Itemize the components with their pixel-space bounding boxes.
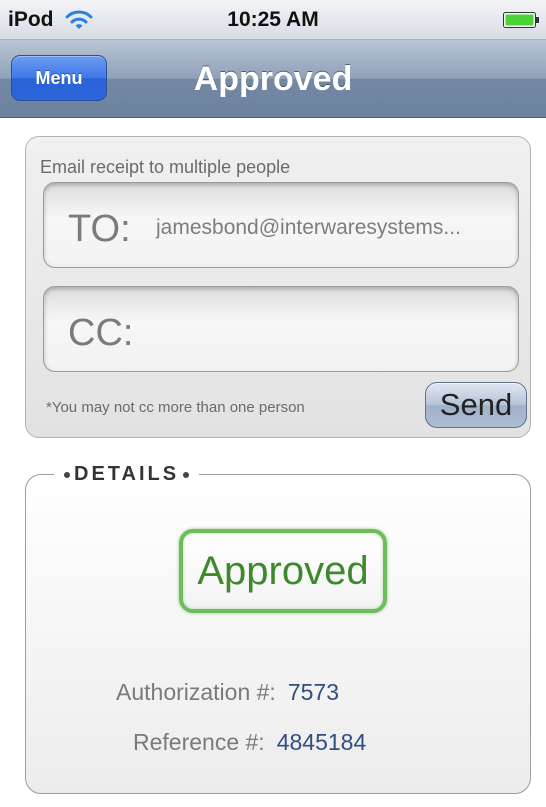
reference-label: Reference #: bbox=[133, 729, 265, 755]
reference-row: Reference #: 4845184 bbox=[133, 729, 366, 756]
details-panel: DETAILS Approved Authorization #: 7573 Re… bbox=[25, 463, 531, 794]
cc-label: CC: bbox=[68, 312, 134, 354]
reference-value: 4845184 bbox=[276, 729, 367, 755]
cc-limit-note: *You may not cc more than one person bbox=[46, 399, 305, 416]
email-receipt-panel: Email receipt to multiple people TO: jam… bbox=[25, 136, 531, 438]
approval-status-badge: Approved bbox=[179, 529, 387, 613]
page-title: Approved bbox=[193, 60, 353, 98]
details-legend-label: DETAILS bbox=[74, 463, 180, 485]
nav-bar: Menu Approved bbox=[0, 40, 546, 118]
battery-icon bbox=[503, 12, 539, 28]
status-time: 10:25 AM bbox=[227, 8, 319, 31]
cc-field[interactable]: CC: bbox=[43, 286, 519, 372]
authorization-value: 7573 bbox=[287, 679, 339, 705]
legend-dot-right-icon bbox=[183, 471, 190, 478]
status-bar: iPod 10:25 AM bbox=[0, 0, 546, 40]
send-button[interactable]: Send bbox=[425, 382, 527, 428]
authorization-row: Authorization #: 7573 bbox=[116, 679, 339, 706]
to-label: TO: bbox=[68, 208, 131, 250]
email-heading: Email receipt to multiple people bbox=[40, 157, 291, 177]
to-input[interactable]: jamesbond@interwaresystems... bbox=[156, 216, 508, 240]
details-legend: DETAILS bbox=[54, 463, 200, 486]
authorization-label: Authorization #: bbox=[116, 679, 276, 705]
legend-dot-left-icon bbox=[64, 471, 70, 478]
to-field[interactable]: TO: jamesbond@interwaresystems... bbox=[43, 182, 519, 268]
